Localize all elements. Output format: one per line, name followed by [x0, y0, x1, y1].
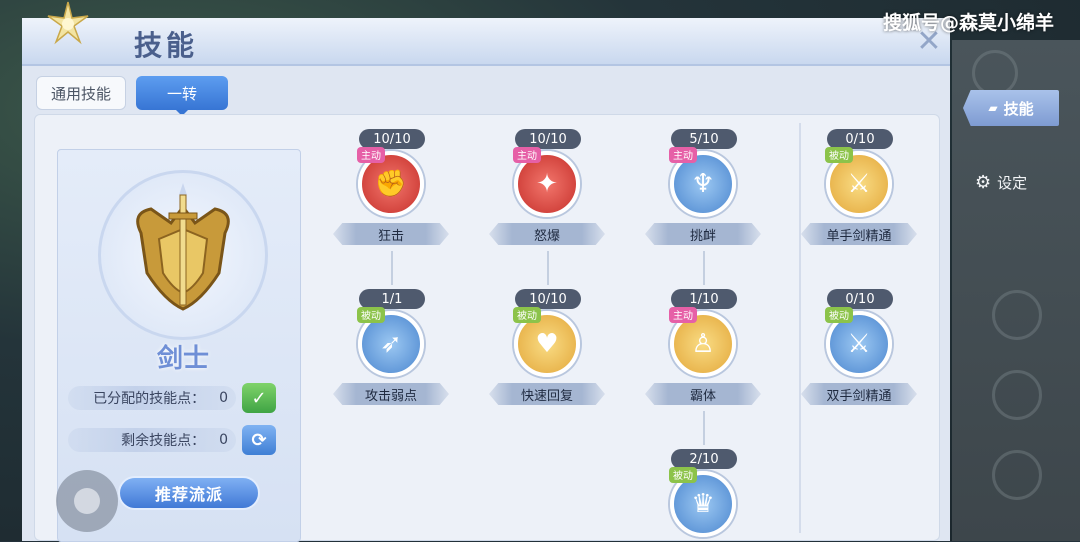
skill-level: 1/10 [671, 289, 737, 309]
allocated-points-row: 已分配的技能点： 0 [68, 386, 236, 410]
skill-level: 5/10 [671, 129, 737, 149]
skill-type-badge: 被动 [825, 147, 853, 163]
class-emblem-ring [98, 170, 268, 340]
tab-first-advance[interactable]: 一转 [136, 76, 228, 116]
tree-connector [391, 251, 393, 285]
remaining-points-label: 剩余技能点： [121, 433, 206, 449]
skill-node[interactable]: 10/10 主动 ✊ 狂击 [333, 129, 453, 257]
recommend-build-label: 推荐流派 [154, 485, 223, 504]
skill-node[interactable]: 2/10 被动 ♛ [645, 449, 765, 542]
skill-level: 0/10 [827, 289, 893, 309]
title-bar: 技能 ✕ [22, 18, 950, 66]
skill-type-badge: 主动 [669, 147, 697, 163]
skill-type-badge: 主动 [357, 147, 385, 163]
tree-connector [703, 251, 705, 285]
skill-node[interactable]: 10/10 主动 ✦ 怒爆 [489, 129, 609, 257]
tab-common-skills[interactable]: 通用技能 [36, 76, 126, 110]
skill-level: 2/10 [671, 449, 737, 469]
sword-shield-emblem-icon [136, 183, 230, 311]
reset-button[interactable]: ⟳ [242, 425, 276, 455]
tree-connector [703, 411, 705, 445]
tab-bar: 通用技能 一转 [36, 76, 228, 116]
skill-name: 攻击弱点 [333, 383, 449, 405]
tab-label: 一转 [166, 84, 197, 103]
watermark: 搜狐号@森莫小绵羊 [882, 12, 1054, 34]
confirm-button[interactable]: ✓ [242, 383, 276, 413]
skill-level: 1/1 [359, 289, 425, 309]
skill-node[interactable]: 10/10 被动 ♥ 快速回复 [489, 289, 609, 417]
allocated-points-value: 0 [219, 390, 228, 406]
skill-name: 怒爆 [489, 223, 605, 245]
skill-level: 10/10 [359, 129, 425, 149]
side-tab-skill-label: 技能 [1003, 99, 1034, 118]
recommend-build-button[interactable]: 推荐流派 [118, 476, 260, 510]
skill-name: 单手剑精通 [801, 223, 917, 245]
skill-type-badge: 主动 [513, 147, 541, 163]
side-tab-skill[interactable]: ▰ 技能 [963, 90, 1059, 126]
gear-icon: ⚙ [975, 171, 992, 193]
skill-book-icon: ▰ [988, 101, 998, 115]
skill-type-badge: 被动 [513, 307, 541, 323]
skill-name: 狂击 [333, 223, 449, 245]
faded-menu-icon [992, 290, 1042, 340]
skill-type-badge: 主动 [669, 307, 697, 323]
virtual-joystick[interactable] [56, 470, 118, 532]
faded-menu-icon [992, 370, 1042, 420]
skill-type-badge: 被动 [825, 307, 853, 323]
skill-type-badge: 被动 [669, 467, 697, 483]
remaining-points-value: 0 [219, 432, 228, 448]
faded-menu-icon [972, 50, 1018, 96]
window-title: 技能 [134, 29, 199, 62]
skill-level: 10/10 [515, 129, 581, 149]
skill-name: 挑衅 [645, 223, 761, 245]
joystick-knob[interactable] [74, 488, 100, 514]
faded-menu-icon [992, 450, 1042, 500]
skill-type-badge: 被动 [357, 307, 385, 323]
skill-node[interactable]: 0/10 被动 ⚔ 双手剑精通 [801, 289, 921, 417]
skill-window: 技能 ✕ 通用技能 一转 剑士 已分配的技能点： 0 ✓ 剩余技能点： 0 ⟳ … [22, 1, 950, 542]
skill-name: 双手剑精通 [801, 383, 917, 405]
allocated-points-label: 已分配的技能点： [93, 391, 206, 407]
skill-node[interactable]: 1/10 主动 ♙ 霸体 [645, 289, 765, 417]
skill-name: 快速回复 [489, 383, 605, 405]
skill-node[interactable]: 5/10 主动 ♆ 挑衅 [645, 129, 765, 257]
refresh-icon: ⟳ [251, 429, 267, 451]
side-tab-settings[interactable]: ⚙ 设定 [975, 168, 1055, 196]
skill-level: 0/10 [827, 129, 893, 149]
skill-node[interactable]: 1/1 被动 ➶ 攻击弱点 [333, 289, 453, 417]
side-tab-settings-label: 设定 [997, 173, 1028, 192]
tab-label: 通用技能 [50, 84, 111, 103]
skill-name: 霸体 [645, 383, 761, 405]
skill-level: 10/10 [515, 289, 581, 309]
checkmark-icon: ✓ [251, 387, 267, 409]
star-emblem-icon [47, 1, 89, 45]
class-name: 剑士 [156, 344, 209, 374]
skill-node[interactable]: 0/10 被动 ⚔ 单手剑精通 [801, 129, 921, 257]
remaining-points-row: 剩余技能点： 0 [68, 428, 236, 452]
tree-connector [547, 251, 549, 285]
